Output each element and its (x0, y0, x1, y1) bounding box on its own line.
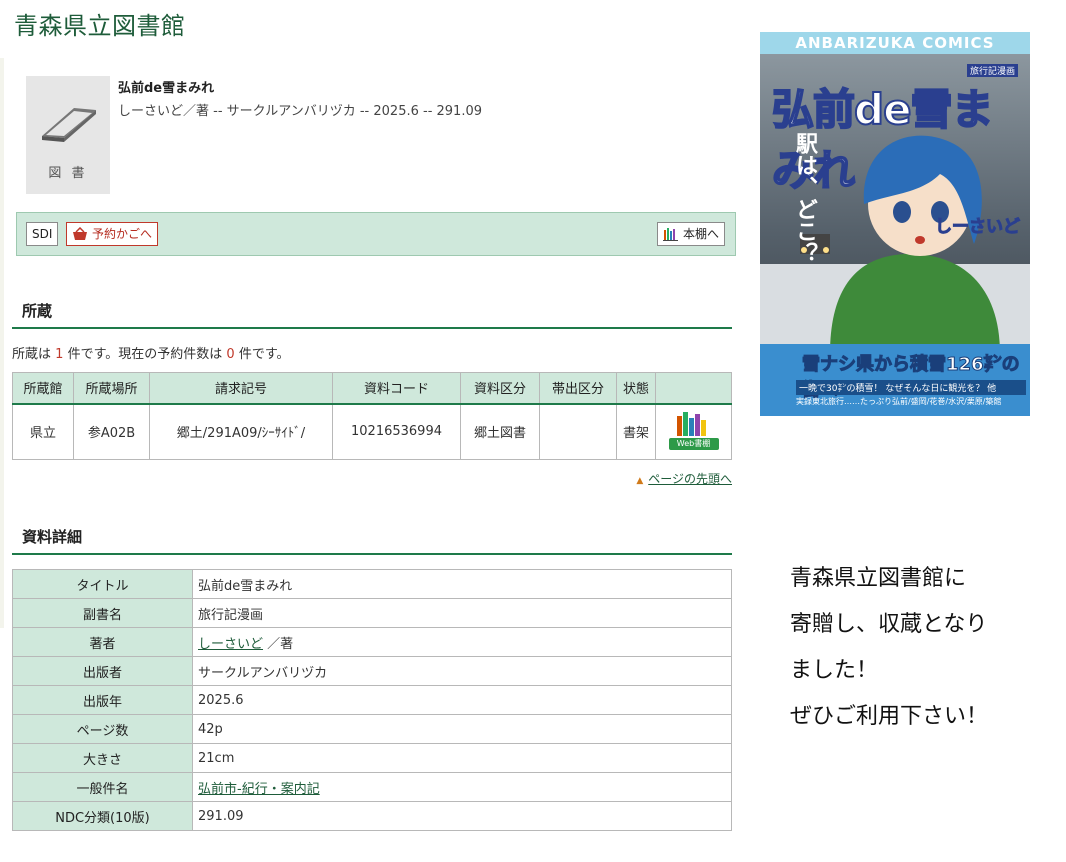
donation-line-4: ぜひご利用下さい！ (790, 704, 989, 729)
holdings-note-suffix: 件です。 (238, 347, 290, 362)
bookshelf-icon (662, 228, 678, 241)
triangle-up-icon: ▲ (636, 476, 644, 486)
holdings-note-prefix: 所蔵は (12, 347, 52, 362)
col-call-number: 請求記号 (149, 372, 333, 405)
table-row: 著者 しーさいど ／著 (12, 627, 732, 657)
table-row: 県立 参A02B 郷土/291A09/ｼｰｻｲﾄﾞ/ 10216536994 郷… (12, 403, 732, 460)
reservation-count: 0 (226, 347, 235, 362)
basket-icon (73, 227, 87, 240)
web-bookshelf-button[interactable]: Web書棚 (668, 410, 719, 450)
detail-value: 291.09 (192, 801, 732, 831)
details-table: タイトル 弘前de雪まみれ 副書名 旅行記漫画 著者 しーさいど ／著 出版者 サークル… (12, 569, 732, 831)
col-code: 資料コード (332, 372, 461, 405)
cover-band: 雪ナシ県から積雪126㌢の街へ 一晩で30㌢の積雪！ なぜそんな日に観光を？ 他… (760, 344, 1030, 416)
details-heading: 資料詳細 (12, 526, 732, 555)
col-location: 所蔵場所 (73, 372, 150, 405)
subject-link[interactable]: 弘前市-紀行・案内記 (198, 782, 320, 797)
cell-category: 郷土図書 (460, 403, 540, 460)
holdings-note-mid: 件です。現在の予約件数は (67, 347, 223, 362)
reserve-cart-label: 予約かごへ (92, 227, 153, 241)
table-row: タイトル 弘前de雪まみれ (12, 569, 732, 599)
holdings-table: 所蔵館 所蔵場所 請求記号 資料コード 資料区分 帯出区分 状態 県立 参A02… (12, 372, 732, 460)
holdings-summary: 所蔵は 1 件です。現在の予約件数は 0 件です。 (12, 343, 290, 362)
cell-code: 10216536994 (332, 403, 461, 460)
book-meta: しーさいど／著 -- サークルアンバリヅカ -- 2025.6 -- 291.0… (118, 104, 483, 119)
detail-label: ページ数 (12, 714, 193, 744)
cell-status: 書架 (616, 403, 656, 460)
detail-label: 出版者 (12, 656, 193, 686)
donation-line-2: 寄贈し、収蔵となり (790, 612, 988, 637)
donation-message: 青森県立図書館に 寄贈し、収蔵となり ました！ ぜひご利用下さい！ (790, 556, 988, 740)
author-role: ／著 (267, 636, 294, 652)
cover-publisher: ANBARIZUKA COMICS (760, 32, 1030, 54)
action-bar: SDI 予約かごへ 本棚へ (16, 212, 736, 256)
table-row: 副書名 旅行記漫画 (12, 598, 732, 628)
table-row: 大きさ 21cm (12, 743, 732, 773)
donation-line-3: ました！ (790, 658, 879, 683)
author-link[interactable]: しーさいど (198, 637, 263, 652)
reserve-cart-button[interactable]: 予約かごへ (66, 222, 159, 246)
col-status: 状態 (616, 372, 656, 405)
sdi-button[interactable]: SDI (26, 222, 59, 246)
detail-label: NDC分類(10版) (12, 801, 193, 831)
detail-value: 2025.6 (192, 685, 732, 715)
cell-call-number: 郷土/291A09/ｼｰｻｲﾄﾞ/ (149, 403, 333, 460)
col-web (655, 372, 732, 405)
book-title: 弘前de雪まみれ (118, 81, 215, 96)
detail-label: 著者 (12, 627, 193, 657)
detail-value: 21cm (192, 743, 732, 773)
cell-lending (539, 403, 617, 460)
col-library: 所蔵館 (12, 372, 74, 405)
cover-author: しーさいど (935, 217, 1021, 238)
sdi-label: SDI (32, 227, 53, 241)
detail-value-subject: 弘前市-紀行・案内記 (192, 772, 732, 802)
cover-question: 駅は、どこ？ (792, 132, 817, 264)
page-top-link-wrap: ▲ ページの先頭へ (636, 470, 732, 487)
book-icon (42, 108, 96, 142)
bookshelf-label: 本棚へ (682, 227, 719, 241)
cover-band-footnote: 実録東北旅行……たっぷり弘前/盛岡/花巻/水沢/栗原/築館 (796, 397, 1002, 406)
detail-value: 弘前de雪まみれ (192, 569, 732, 599)
left-rule (0, 58, 4, 628)
col-lending: 帯出区分 (539, 372, 617, 405)
web-bookshelf-label: Web書棚 (668, 437, 719, 450)
holdings-count: 1 (55, 347, 64, 362)
cell-web: Web書棚 (655, 403, 732, 460)
detail-label: 出版年 (12, 685, 193, 715)
table-row: ページ数 42p (12, 714, 732, 744)
site-title[interactable]: 青森県立図書館 (14, 6, 186, 41)
book-type-block: 図 書 (26, 76, 110, 194)
bookshelf-button[interactable]: 本棚へ (656, 222, 725, 246)
table-row: 出版者 サークルアンバリヅカ (12, 656, 732, 686)
cell-library: 県立 (12, 403, 74, 460)
holdings-heading: 所蔵 (12, 300, 732, 329)
detail-label: 大きさ (12, 743, 193, 773)
page-top-link[interactable]: ページの先頭へ (648, 472, 732, 486)
table-row: 出版年 2025.6 (12, 685, 732, 715)
detail-value: 42p (192, 714, 732, 744)
table-row: NDC分類(10版) 291.09 (12, 801, 732, 831)
detail-label: 一般件名 (12, 772, 193, 802)
book-type-label: 図 書 (48, 166, 88, 181)
detail-value: 旅行記漫画 (192, 598, 732, 628)
cell-location: 参A02B (73, 403, 150, 460)
book-cover-image: ANBARIZUKA COMICS 旅行記漫画 弘前de雪まみれ 駅は、どこ？ … (760, 32, 1030, 416)
detail-label: タイトル (12, 569, 193, 599)
col-category: 資料区分 (460, 372, 540, 405)
table-row: 一般件名 弘前市-紀行・案内記 (12, 772, 732, 802)
web-bookshelf-icon (676, 411, 706, 436)
detail-value-author: しーさいど ／著 (192, 627, 732, 657)
holdings-header-row: 所蔵館 所蔵場所 請求記号 資料コード 資料区分 帯出区分 状態 (12, 372, 732, 405)
detail-value: サークルアンバリヅカ (192, 656, 732, 686)
donation-line-1: 青森県立図書館に (790, 566, 967, 591)
detail-label: 副書名 (12, 598, 193, 628)
cover-band-tagline: 一晩で30㌢の積雪！ なぜそんな日に観光を？ 他 (796, 380, 1026, 395)
